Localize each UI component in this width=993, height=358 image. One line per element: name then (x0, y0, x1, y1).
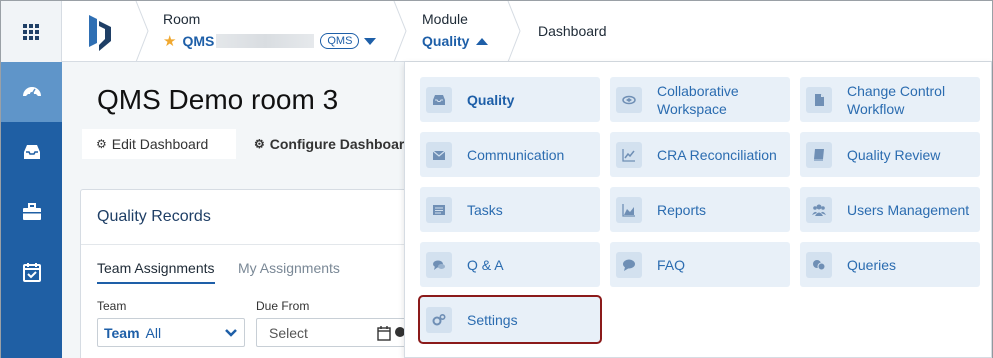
module-tile-label: Change Control Workflow (847, 82, 946, 117)
edit-dashboard-button[interactable]: ⚙ Edit Dashboard (82, 129, 236, 159)
module-tile-label: Users Management (847, 201, 970, 218)
comment-icon (616, 251, 642, 278)
module-tile-label: Reports (657, 201, 707, 218)
users-icon (806, 196, 832, 223)
module-tile-label: Collaborative Workspace (657, 82, 739, 117)
module-tile-label: Q & A (467, 256, 504, 273)
module-tile-reports[interactable]: Reports (610, 187, 790, 232)
module-tile-faq[interactable]: FAQ (610, 242, 790, 287)
document-icon (806, 86, 832, 113)
book-icon (806, 141, 832, 168)
tab-team-assignments[interactable]: Team Assignments (97, 260, 215, 284)
module-tile-q-and-a[interactable]: Q & A (420, 242, 600, 287)
top-bar: Room ★ QMS QMS Module Quality Dashboard (1, 1, 992, 62)
configure-dashboard-label: Configure Dashboard (269, 136, 413, 152)
handshake-icon (616, 86, 642, 113)
chevron-down-icon[interactable] (364, 37, 377, 45)
due-from-label: Due From (256, 299, 310, 313)
chevron-up-icon[interactable] (476, 37, 489, 45)
inbox-icon (23, 145, 40, 159)
chevron-down-icon (225, 329, 237, 337)
module-tile-settings[interactable]: Settings (418, 295, 602, 344)
module-tile-change-control-workflow[interactable]: Change Control Workflow (800, 77, 980, 122)
grid-icon (23, 23, 39, 40)
configure-dashboard-button[interactable]: ⚙ Configure Dashboard (254, 129, 413, 159)
chat-bubbles-icon (806, 251, 832, 278)
room-badge: QMS (320, 33, 360, 49)
briefcase-icon (22, 203, 41, 220)
redacted-room-name (216, 34, 315, 48)
app-launcher-button[interactable] (1, 1, 62, 62)
module-tile-quality[interactable]: Quality (420, 77, 600, 122)
sidebar-item-inbox[interactable] (1, 122, 62, 182)
module-tile-tasks[interactable]: Tasks (420, 187, 600, 232)
envelope-icon (426, 141, 452, 168)
left-sidebar (1, 62, 62, 358)
calendar-check-icon (22, 263, 41, 282)
module-tile-queries[interactable]: Queries (800, 242, 980, 287)
team-select[interactable]: Team All (97, 318, 245, 347)
module-breadcrumb[interactable]: Module Quality (422, 11, 489, 49)
card-title: Quality Records (97, 208, 211, 225)
module-tile-label: Quality Review (847, 146, 941, 163)
module-label: Module (422, 11, 468, 27)
page-title: QMS Demo room 3 (97, 84, 339, 115)
quality-records-card: Quality Records Team Assignments My Assi… (80, 189, 420, 358)
module-name: Quality (422, 33, 470, 49)
divider (81, 244, 419, 245)
module-tile-label: FAQ (657, 256, 686, 273)
breadcrumb-separator (507, 1, 521, 62)
module-tile-communication[interactable]: Communication (420, 132, 600, 177)
module-tile-cra-reconciliation[interactable]: CRA Reconciliation (610, 132, 790, 177)
gear-icon: ⚙ (96, 137, 107, 151)
module-tile-label: Quality (467, 91, 515, 108)
module-tile-label: Settings (467, 311, 518, 328)
room-breadcrumb[interactable]: Room ★ QMS QMS (163, 11, 377, 49)
module-tile-label: Tasks (467, 201, 503, 218)
dashboard-gauge-icon (22, 87, 41, 96)
dashboard-main: QMS Demo room 3 ⚙ Edit Dashboard ⚙ Confi… (62, 62, 420, 358)
edit-dashboard-label: Edit Dashboard (111, 136, 209, 152)
team-select-value: All (145, 324, 162, 341)
task-list-icon (426, 196, 452, 223)
tab-my-assignments[interactable]: My Assignments (238, 260, 340, 276)
gear-icon: ⚙ (254, 137, 265, 151)
team-filter-label: Team (97, 299, 127, 313)
comments-icon (426, 251, 452, 278)
sidebar-item-dashboard[interactable] (1, 62, 62, 122)
module-tile-users-management[interactable]: Users Management (800, 187, 980, 232)
current-page-crumb: Dashboard (538, 23, 607, 39)
module-tile-collaborative-workspace[interactable]: Collaborative Workspace (610, 77, 790, 122)
module-tile-label: CRA Reconciliation (657, 146, 777, 163)
company-logo (89, 15, 111, 51)
team-select-prefix: Team (104, 324, 140, 341)
inbox-icon (426, 86, 452, 113)
calendar-icon[interactable] (377, 325, 391, 341)
due-from-date-input[interactable]: Select (256, 318, 406, 347)
breadcrumb-separator (135, 1, 149, 62)
due-from-placeholder: Select (269, 324, 308, 341)
room-name: QMS (182, 33, 215, 49)
module-tile-label: Communication (467, 146, 565, 163)
sidebar-item-calendar[interactable] (1, 242, 62, 302)
cogs-icon (426, 306, 452, 333)
star-icon[interactable]: ★ (163, 34, 176, 49)
module-tile-label: Queries (847, 256, 897, 273)
sidebar-item-briefcase[interactable] (1, 182, 62, 242)
area-chart-icon (616, 196, 642, 223)
breadcrumb-separator (393, 1, 407, 62)
line-chart-icon (616, 141, 642, 168)
module-dropdown: Quality Collaborative Workspace Change C… (404, 62, 992, 358)
room-label: Room (163, 11, 201, 27)
module-tile-quality-review[interactable]: Quality Review (800, 132, 980, 177)
